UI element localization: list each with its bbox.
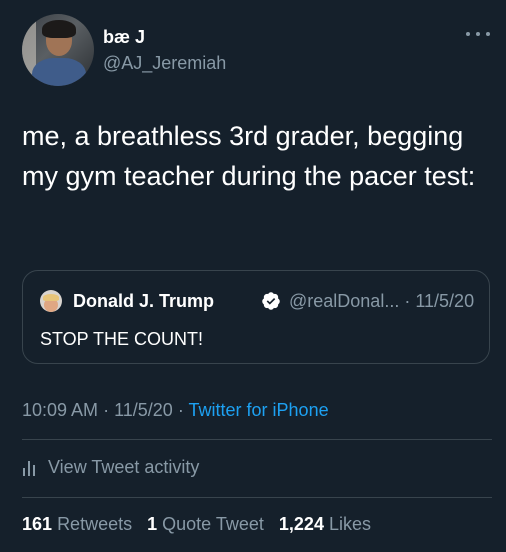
tweet-timestamp: 10:09 AM · 11/5/20 · Twitter for iPhone — [22, 400, 329, 421]
tweet-time[interactable]: 10:09 AM — [22, 400, 98, 420]
quoted-author-name: Donald J. Trump — [73, 291, 215, 311]
likes-label: Likes — [328, 514, 371, 534]
retweets-count: 161 — [22, 514, 53, 534]
quote-tweets-label: Quote Tweet — [162, 514, 264, 534]
view-tweet-activity-button[interactable]: View Tweet activity — [22, 456, 199, 478]
author-avatar[interactable] — [22, 14, 94, 86]
tweet-stats: 161 Retweets 1 Quote Tweet 1,224 Likes — [22, 514, 381, 535]
tweet-date[interactable]: 11/5/20 — [114, 400, 173, 420]
quote-tweets-count: 1 — [147, 514, 158, 534]
tweet-text: me, a breathless 3rd grader, begging my … — [22, 121, 476, 191]
tweet-source-link[interactable]: Twitter for iPhone — [189, 400, 329, 420]
likes-stat[interactable]: 1,224 Likes — [279, 514, 371, 534]
quoted-author-handle: @realDonal... — [289, 291, 400, 311]
quoted-tweet-meta: @realDonal... · 11/5/20 — [289, 291, 474, 312]
tweet-header: bæ J @AJ_Jeremiah — [22, 14, 492, 86]
author-display-name[interactable]: bæ J — [103, 27, 145, 48]
retweets-stat[interactable]: 161 Retweets — [22, 514, 132, 534]
quoted-author-avatar — [40, 290, 62, 312]
more-options-icon[interactable] — [466, 28, 490, 40]
quoted-tweet-date: 11/5/20 — [415, 291, 475, 311]
verified-badge-icon — [262, 292, 280, 310]
divider — [22, 497, 492, 498]
separator-dot: · — [103, 400, 110, 420]
analytics-bar-icon — [23, 461, 35, 476]
separator-dot: · — [177, 400, 184, 420]
quoted-tweet-card[interactable]: Donald J. Trump @realDonal... · 11/5/20 … — [22, 270, 490, 364]
quoted-tweet-text: STOP THE COUNT! — [40, 329, 204, 349]
likes-count: 1,224 — [278, 514, 324, 534]
divider — [22, 439, 492, 440]
separator-dot: · — [404, 291, 411, 311]
author-handle[interactable]: @AJ_Jeremiah — [103, 53, 226, 74]
retweets-label: Retweets — [57, 514, 133, 534]
quote-tweets-stat[interactable]: 1 Quote Tweet — [147, 514, 264, 534]
view-tweet-activity-label: View Tweet activity — [48, 456, 200, 477]
